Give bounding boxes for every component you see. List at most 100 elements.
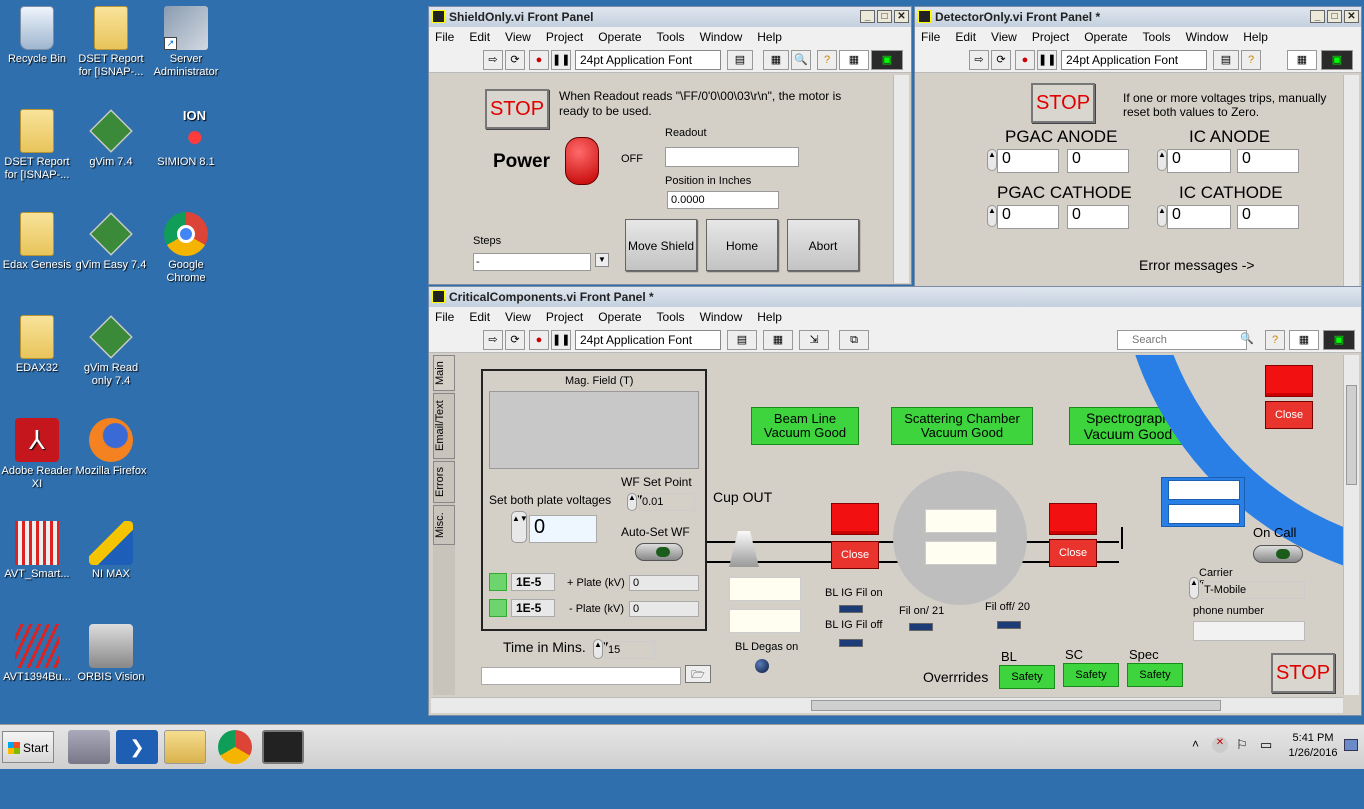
distribute-objects-icon[interactable]: ▦: [763, 330, 793, 350]
faraday-cup-icon[interactable]: [729, 531, 759, 567]
desktop-icon-adobe-reader[interactable]: ⅄ Adobe Reader XI: [0, 418, 74, 491]
menu-project[interactable]: Project: [546, 30, 583, 44]
menu-operate[interactable]: Operate: [598, 310, 641, 324]
abort-execution-icon[interactable]: ●: [529, 50, 549, 70]
abort-execution-icon[interactable]: ●: [529, 330, 549, 350]
start-button[interactable]: Start: [2, 731, 54, 763]
help-icon[interactable]: ?: [1241, 50, 1261, 70]
show-desktop-button[interactable]: [1344, 739, 1358, 751]
menu-operate[interactable]: Operate: [1084, 30, 1127, 44]
vi-icon[interactable]: ▣: [1323, 330, 1355, 350]
pgac-anode-spinner[interactable]: ▲▼: [987, 149, 1004, 171]
home-button[interactable]: Home: [706, 219, 778, 271]
steps-field[interactable]: -: [473, 253, 591, 271]
desktop-icon-gvim-readonly[interactable]: gVim Read only 7.4: [74, 315, 148, 388]
chevron-down-icon[interactable]: ▼: [595, 253, 609, 267]
run-continuously-icon[interactable]: ⟳: [505, 50, 525, 70]
time-input[interactable]: 15: [605, 641, 655, 659]
plate-voltage-input[interactable]: 0: [529, 515, 597, 543]
align-objects-icon[interactable]: ▤: [727, 50, 753, 70]
connector-pane-icon[interactable]: ▦: [1287, 50, 1317, 70]
valve-1-close-button[interactable]: Close: [831, 541, 879, 569]
menu-project[interactable]: Project: [546, 310, 583, 324]
powershell-icon[interactable]: ❯: [116, 730, 158, 764]
menu-help[interactable]: Help: [757, 30, 782, 44]
server-manager-icon[interactable]: [68, 730, 110, 764]
menu-project[interactable]: Project: [1032, 30, 1069, 44]
align-objects-icon[interactable]: ▤: [1213, 50, 1239, 70]
run-continuously-icon[interactable]: ⟳: [991, 50, 1011, 70]
plate-minus-range[interactable]: 1E-5: [511, 599, 555, 617]
move-shield-button[interactable]: Move Shield: [625, 219, 697, 271]
align-objects-icon[interactable]: ▤: [727, 330, 757, 350]
desktop-icon-edax-genesis[interactable]: Edax Genesis: [0, 212, 74, 272]
browse-folder-icon[interactable]: 🗁: [685, 665, 711, 683]
ic-cathode-spinner[interactable]: ▲▼: [1157, 205, 1174, 227]
horizontal-scrollbar[interactable]: [431, 697, 1343, 713]
desktop-icon-gvim[interactable]: gVim 7.4: [74, 109, 148, 169]
search-icon[interactable]: 🔍: [791, 50, 811, 70]
resize-objects-icon[interactable]: ⇲: [799, 330, 829, 350]
run-continuously-icon[interactable]: ⟳: [505, 330, 525, 350]
minimize-button[interactable]: _: [1310, 10, 1325, 23]
help-icon[interactable]: ?: [1265, 330, 1285, 350]
stop-button[interactable]: STOP: [1271, 653, 1335, 693]
vi-icon[interactable]: ▣: [1321, 50, 1353, 70]
clock[interactable]: 5:41 PM 1/26/2016: [1286, 731, 1340, 761]
close-button[interactable]: ✕: [894, 10, 909, 23]
distribute-objects-icon[interactable]: ▦: [763, 50, 789, 70]
power-toggle-switch[interactable]: [565, 137, 599, 185]
pause-icon[interactable]: ❚❚: [551, 50, 571, 70]
pgac-cathode-field-1[interactable]: 0: [997, 205, 1059, 229]
on-call-toggle[interactable]: [1253, 545, 1303, 563]
bl-safety-button[interactable]: Safety: [999, 665, 1055, 689]
menu-operate[interactable]: Operate: [598, 30, 641, 44]
network-error-icon[interactable]: ✕: [1212, 737, 1228, 753]
desktop-icon-server-admin[interactable]: ↗ Server Administrator: [149, 6, 223, 79]
menu-edit[interactable]: Edit: [955, 30, 976, 44]
ic-cathode-field-1[interactable]: 0: [1167, 205, 1231, 229]
phone-number-input[interactable]: [1193, 621, 1305, 641]
desktop-icon-dset-report-1[interactable]: DSET Report for [ISNAP-...: [74, 6, 148, 79]
titlebar[interactable]: CriticalComponents.vi Front Panel *: [429, 287, 1361, 307]
menu-help[interactable]: Help: [1243, 30, 1268, 44]
menu-tools[interactable]: Tools: [657, 310, 685, 324]
desktop-icon-dset-report-2[interactable]: DSET Report for [ISNAP-...: [0, 109, 74, 182]
menu-edit[interactable]: Edit: [469, 310, 490, 324]
file-explorer-icon[interactable]: [164, 730, 206, 764]
wf-setpoint-input[interactable]: 0.01: [639, 493, 695, 511]
pgac-anode-field-1[interactable]: 0: [997, 149, 1059, 173]
sc-safety-button[interactable]: Safety: [1063, 663, 1119, 687]
titlebar[interactable]: ShieldOnly.vi Front Panel _ □ ✕: [429, 7, 911, 27]
desktop-icon-gvim-easy[interactable]: gVim Easy 7.4: [74, 212, 148, 272]
run-icon[interactable]: ⇨: [483, 50, 503, 70]
font-selector[interactable]: 24pt Application Font: [575, 330, 721, 350]
abort-execution-icon[interactable]: ●: [1015, 50, 1035, 70]
stop-button[interactable]: STOP: [1031, 83, 1095, 123]
tab-email-text[interactable]: Email/Text: [433, 393, 455, 459]
desktop-icon-avt1394[interactable]: AVT1394Bu...: [0, 624, 74, 684]
vertical-scrollbar[interactable]: [1343, 355, 1359, 695]
desktop-icon-chrome[interactable]: Google Chrome: [149, 212, 223, 285]
file-path-input[interactable]: [481, 667, 681, 685]
pgac-cathode-spinner[interactable]: ▲▼: [987, 205, 1004, 227]
plate-plus-range[interactable]: 1E-5: [511, 573, 555, 591]
pgac-anode-field-2[interactable]: 0: [1067, 149, 1129, 173]
font-selector[interactable]: 24pt Application Font: [1061, 50, 1207, 70]
menu-file[interactable]: File: [921, 30, 940, 44]
minimize-button[interactable]: _: [860, 10, 875, 23]
pause-icon[interactable]: ❚❚: [551, 330, 571, 350]
ic-anode-spinner[interactable]: ▲▼: [1157, 149, 1174, 171]
spec-safety-button[interactable]: Safety: [1127, 663, 1183, 687]
pause-icon[interactable]: ❚❚: [1037, 50, 1057, 70]
menu-window[interactable]: Window: [700, 30, 743, 44]
reorder-icon[interactable]: ⧉: [839, 330, 869, 350]
wf-setpoint-spinner[interactable]: ▲▼: [627, 493, 644, 511]
show-hidden-icons[interactable]: ˄: [1192, 737, 1199, 751]
desktop-icon-recycle-bin[interactable]: Recycle Bin: [0, 6, 74, 66]
ic-anode-field-2[interactable]: 0: [1237, 149, 1299, 173]
valve-2-close-button[interactable]: Close: [1049, 539, 1097, 567]
menu-file[interactable]: File: [435, 30, 454, 44]
menu-window[interactable]: Window: [1186, 30, 1229, 44]
run-icon[interactable]: ⇨: [969, 50, 989, 70]
